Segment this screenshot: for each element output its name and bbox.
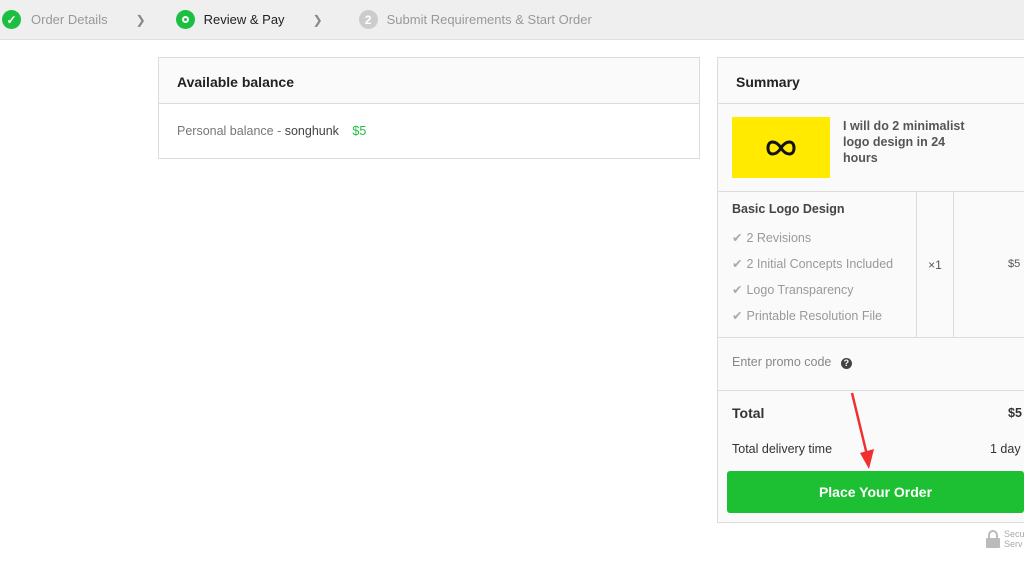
chevron-right-icon: ❯	[135, 12, 146, 27]
check-icon: ✔	[732, 257, 743, 271]
package-name: Basic Logo Design	[732, 202, 845, 216]
chevron-right-icon: ❯	[312, 12, 323, 27]
summary-title: Summary	[718, 58, 1024, 104]
total-value: $5	[1008, 406, 1022, 420]
package-row: Basic Logo Design ✔ 2 Revisions ✔ 2 Initia…	[718, 192, 1024, 338]
gig-row: I will do 2 minimalist logo design in 24…	[718, 104, 1024, 192]
balance-title: Available balance	[159, 58, 699, 104]
total-label: Total	[732, 405, 765, 421]
balance-amount: $5	[352, 124, 367, 138]
delivery-label: Total delivery time	[732, 442, 833, 456]
place-order-button[interactable]: Place Your Order	[727, 471, 1024, 513]
balance-panel: Available balance Personal balance - son…	[158, 57, 700, 159]
step-review-pay: Review & Pay	[175, 10, 285, 29]
check-icon: ✔	[732, 283, 743, 297]
infinity-logo-icon	[766, 140, 796, 155]
feature-item: ✔ Logo Transparency	[732, 283, 854, 297]
feature-item: ✔ 2 Revisions	[732, 231, 812, 245]
promo-code-row[interactable]: Enter promo code ?	[718, 338, 1024, 391]
step-order-details[interactable]: ✓ Order Details	[2, 10, 108, 29]
gig-title[interactable]: I will do 2 minimalist logo design in 24…	[843, 118, 983, 166]
lock-icon	[986, 530, 1000, 548]
package-price: $5	[1008, 258, 1021, 270]
check-icon: ✓	[2, 10, 21, 29]
feature-item: ✔ Printable Resolution File	[732, 309, 882, 323]
progress-steps: ✓ Order Details ❯ Review & Pay ❯ 2 Submi…	[0, 0, 1024, 40]
secure-server-badge: Secu Serv	[986, 529, 1024, 549]
step-submit-requirements: 2 Submit Requirements & Start Order	[358, 10, 592, 29]
balance-row[interactable]: Personal balance - songhunk $5	[159, 104, 699, 158]
gig-thumbnail	[732, 117, 830, 178]
annotation-arrow	[850, 392, 874, 469]
delivery-value: 1 day	[990, 442, 1021, 456]
check-icon: ✔	[732, 309, 743, 323]
feature-item: ✔ 2 Initial Concepts Included	[732, 257, 894, 271]
help-icon[interactable]: ?	[840, 358, 852, 369]
quantity: ×1	[916, 192, 954, 337]
check-icon: ✔	[732, 231, 743, 245]
location-pin-icon	[175, 10, 195, 29]
